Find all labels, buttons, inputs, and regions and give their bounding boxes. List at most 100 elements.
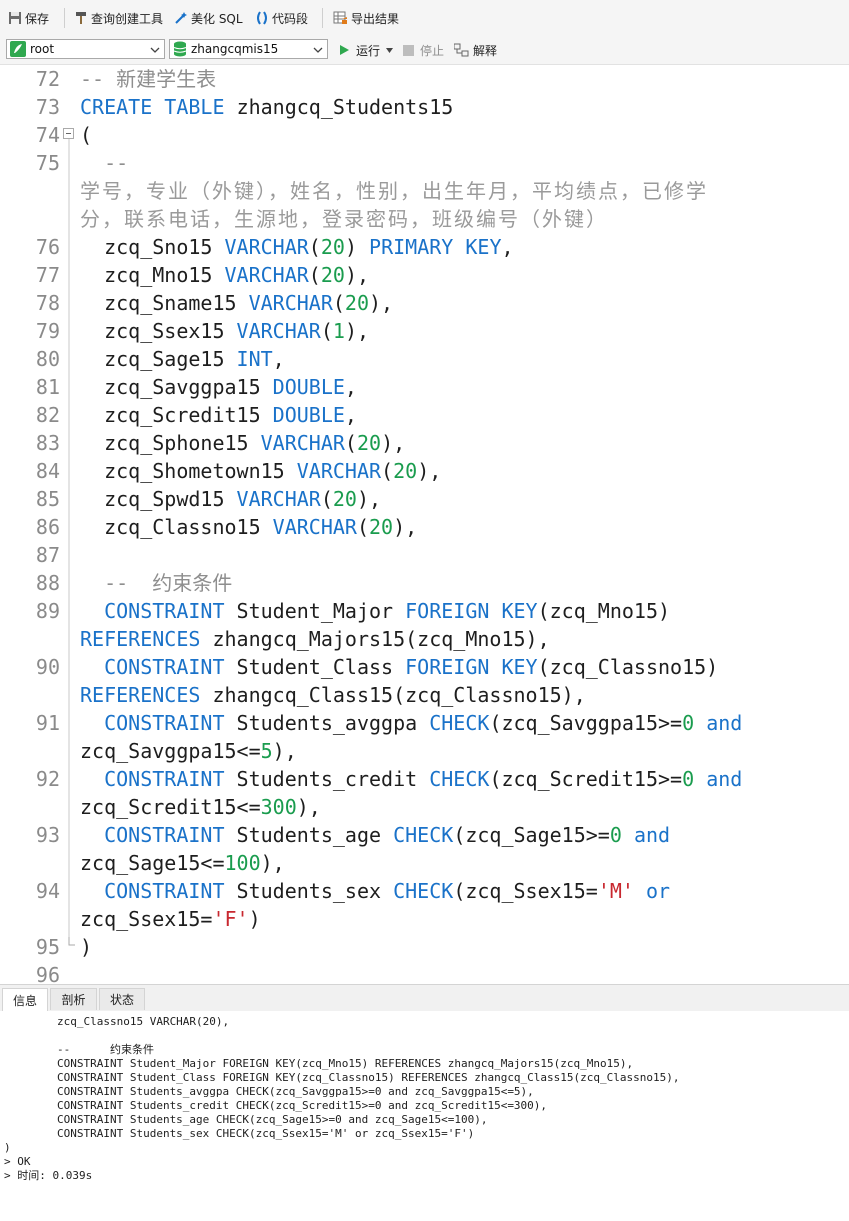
code-line: zcq_Ssex15 VARCHAR(1), [80, 319, 370, 343]
line-number: 96 [35, 963, 60, 983]
run-label: 运行 [356, 43, 381, 58]
code-line: zcq_Classno15 VARCHAR(20), [80, 515, 418, 539]
line-number: 83 [35, 431, 60, 455]
export-grid-icon [333, 11, 347, 24]
output-line: -- 约束条件 [4, 1043, 154, 1056]
line-number: 77 [35, 263, 60, 287]
fold-guide-line [68, 139, 70, 939]
explain-icon [454, 43, 469, 57]
code-line: zcq_Sname15 VARCHAR(20), [80, 291, 394, 315]
code-line: -- 约束条件 [80, 569, 232, 597]
stop-label: 停止 [420, 43, 445, 58]
line-number: 79 [35, 319, 60, 343]
code-line: CONSTRAINT Students_sex CHECK(zcq_Ssex15… [104, 879, 671, 903]
tab-profile[interactable]: 剖析 [50, 988, 97, 1010]
run-button[interactable]: 运行 [338, 40, 394, 60]
line-number: 87 [35, 543, 60, 567]
code-line: zcq_Mno15 VARCHAR(20), [80, 263, 370, 287]
explain-label: 解释 [473, 43, 498, 58]
result-panel-tabs: 信息 剖析 状态 [0, 984, 849, 1012]
comment-wrap: 学号，专业（外键），姓名，性别，出生年月，平均绩点，已修学 [80, 179, 708, 203]
punctuation: ) [80, 935, 93, 959]
line-number: 91 [35, 711, 60, 735]
chevron-down-icon [150, 47, 160, 53]
connection-bar: root zhangcqmis15 运行 停止 解释 [0, 36, 849, 65]
code-line: zcq_Savggpa15 DOUBLE, [80, 375, 357, 399]
code-line: CONSTRAINT Students_credit CHECK(zcq_Scr… [104, 767, 743, 791]
output-line: CONSTRAINT Student_Class FOREIGN KEY(zcq… [4, 1071, 680, 1084]
code-line: CONSTRAINT Student_Class FOREIGN KEY(zcq… [104, 655, 719, 679]
toolbar-divider [64, 8, 65, 28]
code-line: zcq_Sno15 VARCHAR(20) PRIMARY KEY, [80, 235, 514, 259]
output-line: CONSTRAINT Students_age CHECK(zcq_Sage15… [4, 1113, 488, 1126]
tab-info[interactable]: 信息 [2, 988, 48, 1012]
beautify-sql-label: 美化 SQL [191, 11, 243, 26]
code-line: zcq_Spwd15 VARCHAR(20), [80, 487, 382, 511]
query-builder-button[interactable]: 查询创建工具 [74, 8, 163, 28]
code-line-wrap: REFERENCES zhangcq_Majors15(zcq_Mno15), [80, 627, 550, 651]
code-line-wrap: REFERENCES zhangcq_Class15(zcq_Classno15… [80, 683, 586, 707]
line-number: 75 [35, 151, 60, 175]
fold-collapse-icon[interactable] [63, 128, 74, 139]
code-line: zcq_Shometown15 VARCHAR(20), [80, 459, 442, 483]
line-number: 89 [35, 599, 60, 623]
output-line: CONSTRAINT Student_Major FOREIGN KEY(zcq… [4, 1057, 634, 1070]
database-icon [173, 41, 187, 57]
comment: -- 约束条件 [104, 571, 233, 595]
save-button[interactable]: 保存 [8, 8, 49, 28]
caret-down-icon [386, 47, 394, 53]
keyword: CREATE [80, 95, 153, 119]
connection-icon [10, 41, 26, 57]
database-select[interactable]: zhangcqmis15 [169, 39, 328, 59]
line-number: 73 [35, 95, 60, 119]
code-line: ) [80, 933, 92, 961]
line-number: 81 [35, 375, 60, 399]
output-line: > OK [4, 1155, 31, 1168]
code-line: -- [80, 149, 128, 177]
comment: -- [104, 151, 129, 175]
line-number: 94 [35, 879, 60, 903]
save-label: 保存 [25, 11, 50, 26]
stop-button[interactable]: 停止 [403, 40, 444, 60]
output-line: ) [4, 1141, 11, 1154]
database-name: zhangcqmis15 [191, 42, 279, 56]
line-number: 90 [35, 655, 60, 679]
line-number: 86 [35, 515, 60, 539]
code-snippet-button[interactable]: 代码段 [255, 8, 308, 28]
code-line: CONSTRAINT Students_age CHECK(zcq_Sage15… [104, 823, 671, 847]
line-number: 92 [35, 767, 60, 791]
line-number: 78 [35, 291, 60, 315]
toolbar: 保存 查询创建工具 美化 SQL 代码段 导出结果 [0, 0, 849, 37]
line-number: 76 [35, 235, 60, 259]
code-line-wrap: zcq_Savggpa15<=5), [80, 739, 297, 763]
code-line-wrap: zcq_Scredit15<=300), [80, 795, 321, 819]
export-results-label: 导出结果 [351, 11, 400, 26]
connection-name: root [30, 42, 55, 56]
output-line: > 时间: 0.039s [4, 1169, 93, 1182]
export-results-button[interactable]: 导出结果 [333, 8, 399, 28]
code-line: -- 新建学生表 [80, 65, 216, 93]
line-number: 72 [35, 67, 60, 91]
line-number: 74 [35, 123, 60, 147]
magic-wand-icon [175, 12, 187, 24]
code-line: CONSTRAINT Students_avggpa CHECK(zcq_Sav… [104, 711, 743, 735]
line-number: 88 [35, 571, 60, 595]
code-snippet-label: 代码段 [272, 11, 309, 26]
save-icon [9, 12, 21, 24]
sql-editor[interactable]: 72 73 74 75 76 77 78 79 80 81 82 83 84 8… [0, 65, 849, 983]
output-line: CONSTRAINT Students_credit CHECK(zcq_Scr… [4, 1099, 548, 1112]
line-number: 93 [35, 823, 60, 847]
code-line-wrap: zcq_Ssex15='F') [80, 907, 261, 931]
punctuation: ( [80, 123, 93, 147]
parentheses-icon [257, 11, 267, 25]
line-number: 80 [35, 347, 60, 371]
explain-button[interactable]: 解释 [454, 40, 497, 60]
connection-select[interactable]: root [6, 39, 165, 59]
tab-status[interactable]: 状态 [99, 988, 145, 1010]
comment: -- 新建学生表 [80, 67, 217, 91]
code-line: CONSTRAINT Student_Major FOREIGN KEY(zcq… [104, 599, 671, 623]
line-number: 82 [35, 403, 60, 427]
code-line-wrap: zcq_Sage15<=100), [80, 851, 285, 875]
beautify-sql-button[interactable]: 美化 SQL [174, 8, 243, 28]
code-line: zcq_Sphone15 VARCHAR(20), [80, 431, 406, 455]
